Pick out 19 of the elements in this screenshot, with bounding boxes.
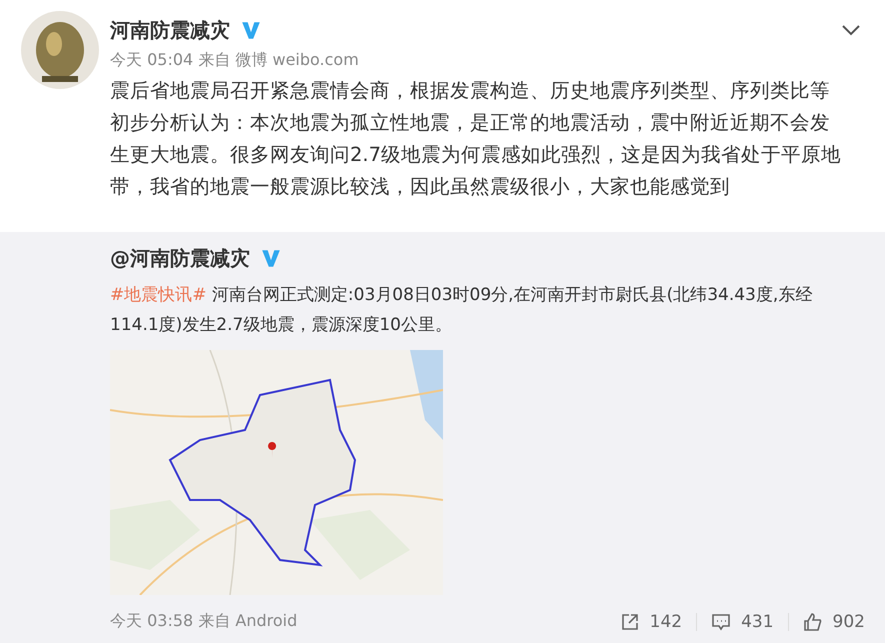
source-label: 来自 [198, 50, 230, 69]
repost-author[interactable]: @河南防震减灾 [110, 244, 250, 272]
post-time[interactable]: 今天 05:04 [110, 50, 194, 69]
action-button[interactable]: 431 [711, 612, 774, 632]
topic-link[interactable]: #地震快讯# [110, 285, 206, 305]
post-text: 震后省地震局召开紧急震情会商，根据发震构造、历史地震序列类型、序列类比等初步分析认为：本次地震为孤立性地震，是正常的地震活动，震中附近近期不会发生更大地震。很多网友询问2.7级地震为何震感如此强烈，这是因为我省处于平原地带，我省的地震一般震源比较浅，因此虽然震级很小，大家也能感觉到 [110, 78, 842, 200]
source-link[interactable]: 微博 weibo.com [235, 50, 359, 69]
repost-time[interactable]: 今天 03:58 [110, 611, 194, 630]
comment-icon [711, 612, 732, 632]
author-name[interactable]: 河南防震减灾 [110, 16, 230, 44]
source-link[interactable]: Android [235, 611, 298, 630]
action-button[interactable]: 902 [802, 612, 865, 632]
share-icon [620, 612, 640, 632]
avatar-icon[interactable] [20, 10, 100, 90]
repost-text: #地震快讯# 河南台网正式测定:03月08日03时09分,在河南开封市尉氏县(北纬34.43度,东经114.1度)发生2.7级地震，震源深度10公里。 [110, 284, 814, 337]
source-label: 来自 [198, 611, 230, 630]
thumbs-up-icon [802, 612, 823, 632]
action-button[interactable]: 142 [620, 612, 682, 632]
chevron-icon[interactable] [841, 24, 861, 36]
